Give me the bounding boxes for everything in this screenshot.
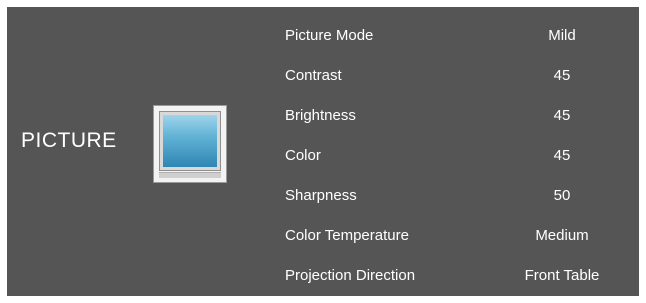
menu-item-label: Color	[285, 147, 321, 164]
menu-item-value: 45	[553, 67, 571, 84]
menu-item-projection-direction[interactable]: Projection Direction Front Table	[277, 259, 639, 291]
menu-item-label: Color Temperature	[285, 227, 409, 244]
menu-item-value: 50	[553, 187, 571, 204]
picture-settings-menu: Picture Mode Mild Contrast 45 Brightness…	[277, 7, 639, 296]
monitor-frame	[159, 111, 221, 171]
menu-item-label: Picture Mode	[285, 27, 374, 44]
menu-item-value: Medium	[535, 227, 589, 244]
menu-item-contrast[interactable]: Contrast 45	[277, 59, 639, 91]
menu-item-sharpness[interactable]: Sharpness 50	[277, 179, 639, 211]
menu-item-value: 45	[553, 147, 571, 164]
menu-item-value: Mild	[548, 27, 576, 44]
menu-item-label: Sharpness	[285, 187, 357, 204]
monitor-screen	[163, 115, 217, 167]
picture-monitor-icon	[153, 105, 227, 183]
osd-menu-panel: PICTURE Picture Mode Mild Contrast 45 Br…	[7, 7, 639, 296]
menu-item-brightness[interactable]: Brightness 45	[277, 99, 639, 131]
menu-item-label: Projection Direction	[285, 267, 416, 284]
menu-item-value: Front Table	[524, 267, 600, 284]
section-title: PICTURE	[21, 129, 117, 152]
menu-item-picture-mode[interactable]: Picture Mode Mild	[277, 19, 639, 51]
menu-item-color-temperature[interactable]: Color Temperature Medium	[277, 219, 639, 251]
menu-item-value: 45	[553, 107, 571, 124]
menu-item-label: Contrast	[285, 67, 342, 84]
monitor-stand	[159, 172, 221, 178]
menu-item-label: Brightness	[285, 107, 356, 124]
menu-item-color[interactable]: Color 45	[277, 139, 639, 171]
